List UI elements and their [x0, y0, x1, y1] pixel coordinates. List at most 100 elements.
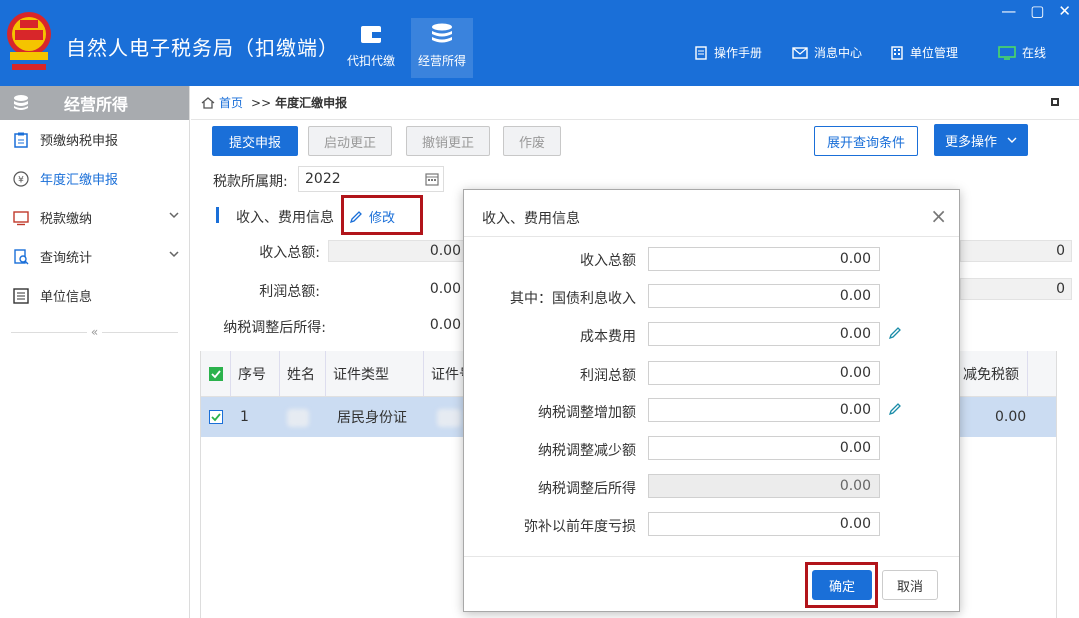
breadcrumb: 首页 >> 年度汇缴申报: [191, 86, 1079, 120]
tool-unit-management[interactable]: 单位管理: [890, 44, 958, 61]
field-cost-input[interactable]: 0.00: [648, 322, 880, 346]
profit-total-label: 利润总额:: [259, 284, 320, 300]
field-loss-offset-label: 弥补以前年度亏损: [524, 519, 636, 535]
tool-manual-label: 操作手册: [714, 46, 763, 60]
yuan-circle-icon: ¥: [13, 170, 29, 187]
minimize-button[interactable]: —: [1001, 2, 1016, 20]
income-total-label: 收入总额:: [259, 245, 320, 261]
nav-withholding-label: 代扣代缴: [346, 54, 395, 68]
list-icon: [13, 287, 29, 304]
field-cost-label: 成本费用: [580, 329, 636, 345]
row-checkbox[interactable]: [209, 410, 223, 424]
right-summary-field-1: 0: [960, 240, 1072, 262]
field-adjust-decrease-label: 纳税调整减少额: [538, 443, 636, 459]
sidebar-item-label: 年度汇缴申报: [40, 173, 119, 188]
sidebar-collapse[interactable]: «: [0, 325, 189, 339]
field-income-total-label: 收入总额: [580, 253, 636, 269]
nav-withholding[interactable]: 代扣代缴: [340, 18, 402, 78]
sidebar-item-prepayment[interactable]: 预缴纳税申报: [0, 120, 189, 159]
message-icon: [792, 46, 808, 59]
field-adjust-decrease-input[interactable]: 0.00: [648, 436, 880, 460]
document-search-icon: [14, 248, 29, 264]
breadcrumb-separator: >>: [251, 95, 272, 110]
monitor-icon: [13, 210, 29, 225]
app-title: 自然人电子税务局（扣缴端）: [66, 36, 339, 60]
wallet-icon: [361, 26, 381, 43]
coins-icon: [432, 23, 452, 43]
tax-period-value: 2022: [305, 171, 341, 187]
cancel-correction-button[interactable]: 撤销更正: [406, 126, 490, 156]
sidebar-item-annual-filing[interactable]: ¥ 年度汇缴申报: [0, 159, 189, 198]
top-header: 自然人电子税务局（扣缴端） 代扣代缴 经营所得 操作手册 消息中心 单位管理 在…: [0, 0, 1079, 86]
more-actions-button[interactable]: 更多操作: [934, 124, 1028, 156]
building-icon: [891, 45, 903, 60]
row-reduction: 0.00: [995, 409, 1027, 425]
monitor-icon: [998, 45, 1016, 60]
profit-total-field: 0.00: [328, 278, 468, 300]
field-adjust-increase-label: 纳税调整增加额: [538, 405, 636, 421]
row-id-type: 居民身份证: [337, 410, 407, 426]
submit-filing-button[interactable]: 提交申报: [212, 126, 298, 156]
section-marker: [216, 207, 219, 223]
field-profit-total-input[interactable]: 0.00: [648, 361, 880, 385]
maximize-button[interactable]: ▢: [1030, 2, 1044, 20]
col-header-id-type: 证件类型: [333, 366, 389, 383]
redacted-name: [287, 409, 309, 427]
field-bond-interest-input[interactable]: 0.00: [648, 284, 880, 308]
clipboard-icon: [14, 132, 28, 148]
tax-period-label: 税款所属期:: [213, 174, 288, 190]
taxable-income-label: 纳税调整后所得:: [223, 320, 326, 336]
chevron-down-icon: [169, 212, 179, 219]
coins-icon: [14, 95, 28, 110]
nav-business-income-label: 经营所得: [417, 54, 466, 68]
pencil-icon[interactable]: [888, 326, 902, 340]
income-expense-dialog: 收入、费用信息 × 收入总额 0.00 其中：国债利息收入 0.00 成本费用 …: [463, 189, 960, 612]
sidebar-item-query-stats[interactable]: 查询统计: [0, 237, 189, 276]
tool-messages-label: 消息中心: [814, 46, 863, 60]
income-total-field: 0.00: [328, 240, 468, 262]
more-actions-label: 更多操作: [944, 134, 997, 150]
sidebar-item-tax-payment[interactable]: 税款缴纳: [0, 198, 189, 237]
breadcrumb-home[interactable]: 首页: [219, 94, 243, 111]
collapse-icon[interactable]: «: [91, 325, 98, 339]
tax-emblem-icon: [7, 12, 51, 70]
window-controls: — ▢ ✕: [1001, 2, 1071, 20]
restore-panel-icon[interactable]: [1051, 98, 1059, 106]
manual-icon: [695, 45, 707, 60]
sidebar-item-unit-info[interactable]: 单位信息: [0, 276, 189, 315]
expand-query-button[interactable]: 展开查询条件: [814, 126, 918, 156]
tool-manual[interactable]: 操作手册: [694, 44, 762, 61]
check-icon: [211, 413, 221, 422]
field-loss-offset-input[interactable]: 0.00: [648, 512, 880, 536]
tool-messages[interactable]: 消息中心: [792, 44, 862, 61]
select-all-checkbox[interactable]: [209, 366, 223, 381]
sidebar: 经营所得 预缴纳税申报 ¥ 年度汇缴申报 税款缴纳 查询统计 单位信息 «: [0, 86, 190, 618]
sidebar-item-label: 单位信息: [40, 290, 93, 305]
tool-unit-management-label: 单位管理: [910, 46, 959, 60]
field-profit-total-label: 利润总额: [580, 368, 636, 384]
svg-text:¥: ¥: [18, 175, 24, 185]
chevron-down-icon: [1007, 137, 1017, 143]
section-title: 收入、费用信息: [236, 210, 334, 226]
sidebar-item-label: 预缴纳税申报: [40, 134, 119, 149]
dialog-close-icon[interactable]: ×: [930, 204, 947, 228]
tool-online-status[interactable]: 在线: [998, 44, 1046, 61]
home-icon[interactable]: [201, 96, 215, 109]
edit-highlight-box: [341, 195, 423, 235]
field-adjusted-income-input: 0.00: [648, 474, 880, 498]
sidebar-item-label: 查询统计: [40, 251, 93, 266]
pencil-icon[interactable]: [888, 402, 902, 416]
cancel-button[interactable]: 取消: [882, 570, 938, 600]
void-button[interactable]: 作废: [503, 126, 561, 156]
field-income-total-input[interactable]: 0.00: [648, 247, 880, 271]
confirm-highlight-box: [805, 562, 878, 608]
nav-business-income[interactable]: 经营所得: [411, 18, 473, 78]
calendar-icon[interactable]: [425, 172, 439, 186]
taxable-income-field: 0.00: [328, 314, 468, 336]
check-icon: [211, 369, 221, 378]
tax-period-input[interactable]: 2022: [298, 166, 444, 192]
close-window-button[interactable]: ✕: [1058, 2, 1071, 20]
field-adjust-increase-input[interactable]: 0.00: [648, 398, 880, 422]
dialog-title: 收入、费用信息: [482, 211, 580, 227]
start-correction-button[interactable]: 启动更正: [308, 126, 392, 156]
